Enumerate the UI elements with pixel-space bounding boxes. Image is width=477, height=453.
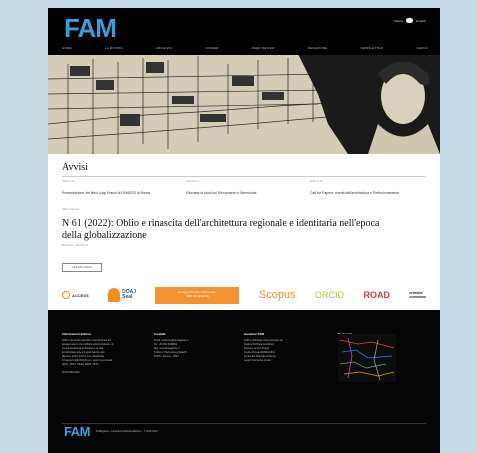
nav-cerca[interactable]: CERCA bbox=[416, 46, 428, 50]
keywords-map-graphic bbox=[339, 337, 395, 381]
lang-english[interactable]: English bbox=[416, 19, 426, 23]
open-access-logo[interactable]: ACCESS bbox=[62, 291, 89, 299]
site-footer: Informazioni Editore FAM è una rivista s… bbox=[48, 310, 440, 453]
footer-info-heading: Informazioni Editore bbox=[62, 332, 92, 336]
footer-issn: ISSN 2039-0491 bbox=[62, 371, 80, 374]
footer-copyright: FAMagazine - Festival Architettura Edizi… bbox=[96, 430, 158, 433]
all-issues-button[interactable]: Vedi tutti i numeri bbox=[62, 263, 102, 272]
open-access-icon bbox=[62, 291, 70, 299]
notice-item[interactable]: 2022-10-05 Call for Papers: eventi dell'… bbox=[310, 180, 425, 195]
issue-published-date: Pubblicato: 2022-07-31 bbox=[62, 244, 88, 247]
notice-item[interactable]: 2023-07-20 Presentazione del libro Luigi… bbox=[62, 180, 177, 195]
notice-title[interactable]: Call for Papers: eventi dell'architettur… bbox=[310, 191, 425, 195]
hero-banner bbox=[48, 54, 440, 154]
footer-col-management: Gestione FAM FAM è pubblicata come perio… bbox=[244, 332, 324, 363]
keywords-map[interactable] bbox=[338, 334, 396, 382]
page: FAM Italiano English HOME LA RIVISTA ARC… bbox=[48, 8, 440, 453]
notice-date: 2023-03-15 bbox=[186, 180, 199, 183]
nav-archivio[interactable]: ARCHIVIO bbox=[156, 46, 172, 50]
esci-logo[interactable]: Emerging Sources Citation Index WEB OF S… bbox=[155, 286, 240, 304]
nav-newsletter[interactable]: NEWSLETTER bbox=[361, 46, 384, 50]
notice-item[interactable]: 2023-03-15 Giornata di studi sul Monumen… bbox=[186, 180, 301, 195]
issue-meta: Ultimo fascicolo bbox=[62, 208, 80, 211]
doaj-logo[interactable]: DOAJ Seal bbox=[108, 288, 136, 302]
footer-divider bbox=[62, 423, 426, 424]
nav-home[interactable]: HOME bbox=[62, 46, 72, 50]
nav-la-rivista[interactable]: LA RIVISTA bbox=[105, 46, 123, 50]
lang-italiano[interactable]: Italiano bbox=[393, 19, 403, 23]
hero-illustration bbox=[48, 54, 440, 154]
footer-management-heading: Gestione FAM bbox=[244, 332, 265, 336]
issue-title[interactable]: N 61 (2022): Oblio e rinascita dell'arch… bbox=[62, 218, 392, 242]
footer-logo[interactable]: FAM bbox=[64, 425, 90, 439]
indexing-logos: ACCESS DOAJ Seal Emerging Sources Citati… bbox=[62, 284, 426, 306]
notice-date: 2023-07-20 bbox=[62, 180, 75, 183]
footer-privacy-link[interactable]: Leggi l'informativa privacy bbox=[244, 359, 324, 363]
avvisi-divider bbox=[62, 176, 426, 177]
doaj-seal-icon bbox=[108, 288, 121, 302]
site-logo[interactable]: FAM bbox=[64, 14, 117, 42]
lang-toggle[interactable] bbox=[406, 18, 414, 23]
language-switcher: Italiano English bbox=[393, 18, 426, 23]
orcid-logo[interactable]: ORCID bbox=[315, 290, 344, 300]
nav-numeri[interactable]: NUMERI bbox=[205, 46, 218, 50]
footer-col-info: Informazioni Editore FAM è una rivista s… bbox=[62, 332, 132, 375]
footer-info-line: 08/C1, 08/D1, 08/E1, 08/E2, 08/F1. bbox=[62, 363, 100, 366]
notice-title[interactable]: Giornata di studi sul Monumento e Memori… bbox=[186, 191, 301, 195]
footer-col-contacts: Contatti Email: redazione@famagazine.it … bbox=[154, 332, 224, 359]
open-access-label: ACCESS bbox=[72, 292, 89, 298]
doaj-label: DOAJ Seal bbox=[122, 290, 136, 300]
esci-line2: WEB OF SCIENCE bbox=[186, 295, 209, 298]
creative-commons-logo[interactable]: creative commons bbox=[409, 291, 426, 299]
nav-peer-review[interactable]: PEER REVIEW bbox=[252, 46, 275, 50]
cc-line2: commons bbox=[409, 295, 426, 299]
avvisi-heading: Avvisi bbox=[62, 162, 88, 173]
nav-redazione[interactable]: REDAZIONE bbox=[308, 46, 327, 50]
footer-contact-line: 40125 - Firenze - ITALY bbox=[154, 355, 180, 358]
site-header: FAM Italiano English HOME LA RIVISTA ARC… bbox=[48, 8, 440, 54]
main-nav: HOME LA RIVISTA ARCHIVIO NUMERI PEER REV… bbox=[62, 46, 428, 50]
footer-contacts-heading: Contatti bbox=[154, 332, 166, 336]
scopus-logo[interactable]: Scopus bbox=[259, 289, 296, 301]
notice-title[interactable]: Presentazione del libro Luigi Franzi di … bbox=[62, 191, 177, 195]
road-logo[interactable]: ROAD bbox=[363, 290, 390, 300]
doaj-label-line2: Seal bbox=[122, 294, 133, 300]
notice-date: 2022-10-05 bbox=[310, 180, 323, 183]
